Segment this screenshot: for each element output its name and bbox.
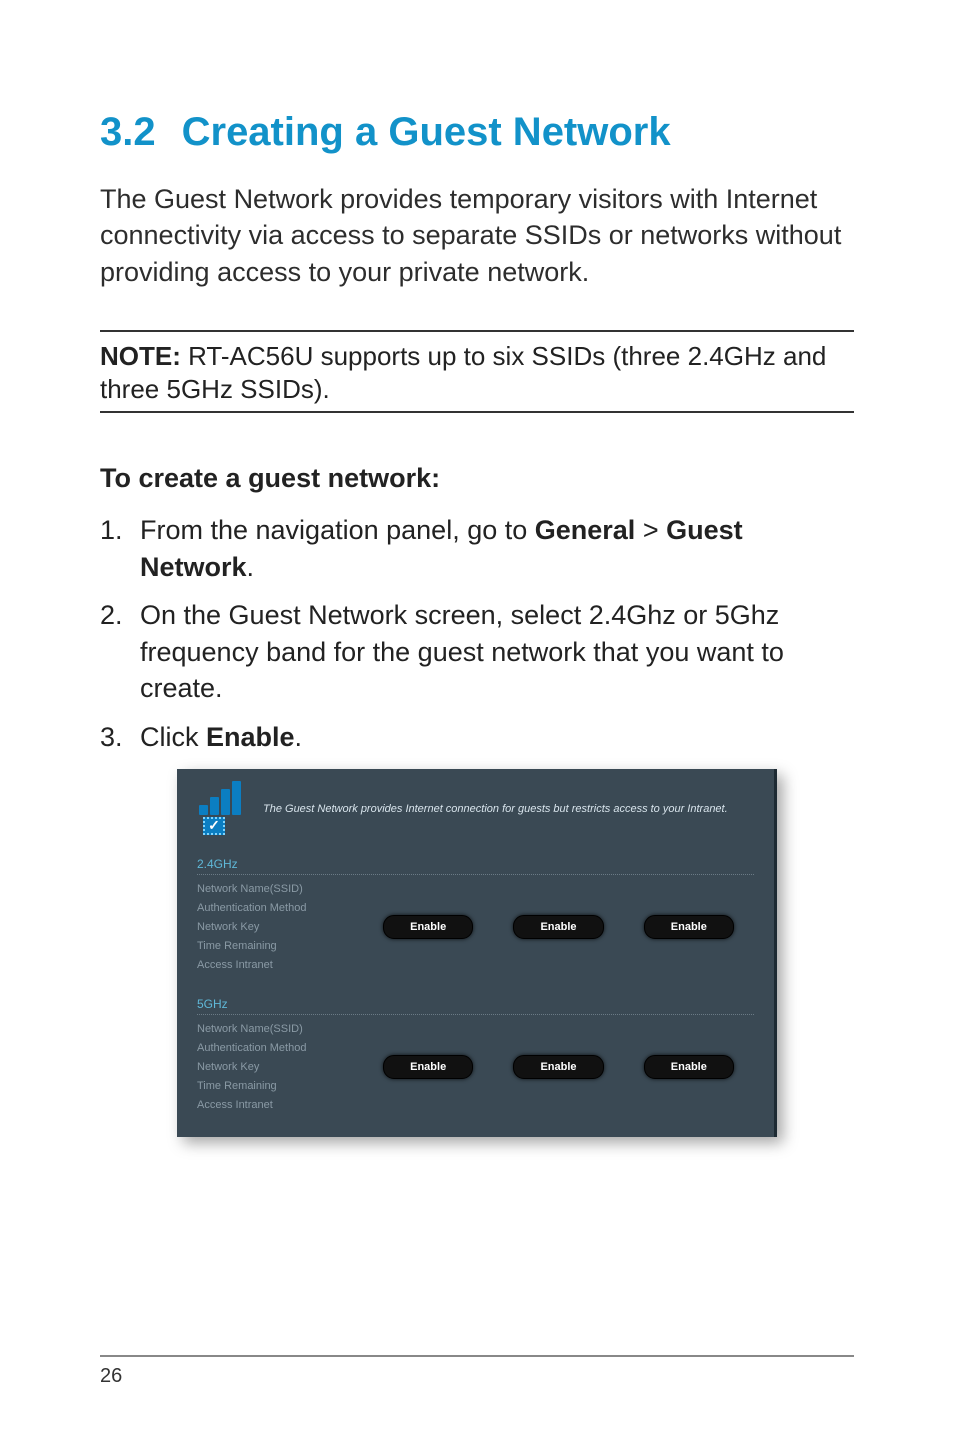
band-24ghz: 2.4GHz Network Name(SSID) Authentication… bbox=[197, 857, 754, 971]
page-footer: 26 bbox=[0, 1355, 954, 1388]
note-box: NOTE: RT-AC56U supports up to six SSIDs … bbox=[100, 330, 854, 413]
note-label: NOTE: bbox=[100, 341, 181, 371]
enable-button[interactable]: Enable bbox=[513, 915, 603, 939]
step-number: 1. bbox=[100, 512, 140, 585]
label-auth: Authentication Method bbox=[197, 902, 347, 914]
label-time: Time Remaining bbox=[197, 940, 347, 952]
field-labels: Network Name(SSID) Authentication Method… bbox=[197, 883, 347, 971]
step-3: 3. Click Enable. bbox=[100, 719, 854, 755]
step-number: 2. bbox=[100, 597, 140, 706]
label-ssid: Network Name(SSID) bbox=[197, 883, 347, 895]
page-number: 26 bbox=[100, 1355, 854, 1388]
step-text: Click Enable. bbox=[140, 719, 854, 755]
enable-button[interactable]: Enable bbox=[383, 1055, 473, 1079]
enable-button[interactable]: Enable bbox=[644, 915, 734, 939]
router-ui-screenshot: ✓ The Guest Network provides Internet co… bbox=[177, 769, 777, 1137]
manual-page: 3.2 Creating a Guest Network The Guest Ne… bbox=[0, 0, 954, 1438]
step-2: 2. On the Guest Network screen, select 2… bbox=[100, 597, 854, 706]
label-time: Time Remaining bbox=[197, 1080, 347, 1092]
intro-paragraph: The Guest Network provides temporary vis… bbox=[100, 181, 854, 290]
label-intranet: Access Intranet bbox=[197, 959, 347, 971]
screenshot-container: ✓ The Guest Network provides Internet co… bbox=[100, 769, 854, 1137]
field-labels: Network Name(SSID) Authentication Method… bbox=[197, 1023, 347, 1111]
enable-button[interactable]: Enable bbox=[644, 1055, 734, 1079]
step-text: From the navigation panel, go to General… bbox=[140, 512, 854, 585]
section-heading: 3.2 Creating a Guest Network bbox=[100, 110, 854, 155]
steps-heading: To create a guest network: bbox=[100, 463, 854, 494]
step-text: On the Guest Network screen, select 2.4G… bbox=[140, 597, 854, 706]
screenshot-description: The Guest Network provides Internet conn… bbox=[263, 802, 728, 816]
label-intranet: Access Intranet bbox=[197, 1099, 347, 1111]
step-1: 1. From the navigation panel, go to Gene… bbox=[100, 512, 854, 585]
band-5ghz: 5GHz Network Name(SSID) Authentication M… bbox=[197, 997, 754, 1111]
checkmark-icon: ✓ bbox=[203, 817, 225, 835]
note-text: RT-AC56U supports up to six SSIDs (three… bbox=[100, 341, 826, 404]
steps-list: 1. From the navigation panel, go to Gene… bbox=[100, 512, 854, 755]
band-title: 2.4GHz bbox=[197, 857, 754, 875]
guest-network-icon: ✓ bbox=[197, 787, 247, 831]
label-key: Network Key bbox=[197, 1061, 347, 1073]
screenshot-header: ✓ The Guest Network provides Internet co… bbox=[197, 787, 754, 831]
section-title-text: Creating a Guest Network bbox=[182, 110, 671, 154]
band-title: 5GHz bbox=[197, 997, 754, 1015]
section-number: 3.2 bbox=[100, 110, 156, 155]
enable-button[interactable]: Enable bbox=[383, 915, 473, 939]
enable-button[interactable]: Enable bbox=[513, 1055, 603, 1079]
label-auth: Authentication Method bbox=[197, 1042, 347, 1054]
step-number: 3. bbox=[100, 719, 140, 755]
label-ssid: Network Name(SSID) bbox=[197, 1023, 347, 1035]
label-key: Network Key bbox=[197, 921, 347, 933]
